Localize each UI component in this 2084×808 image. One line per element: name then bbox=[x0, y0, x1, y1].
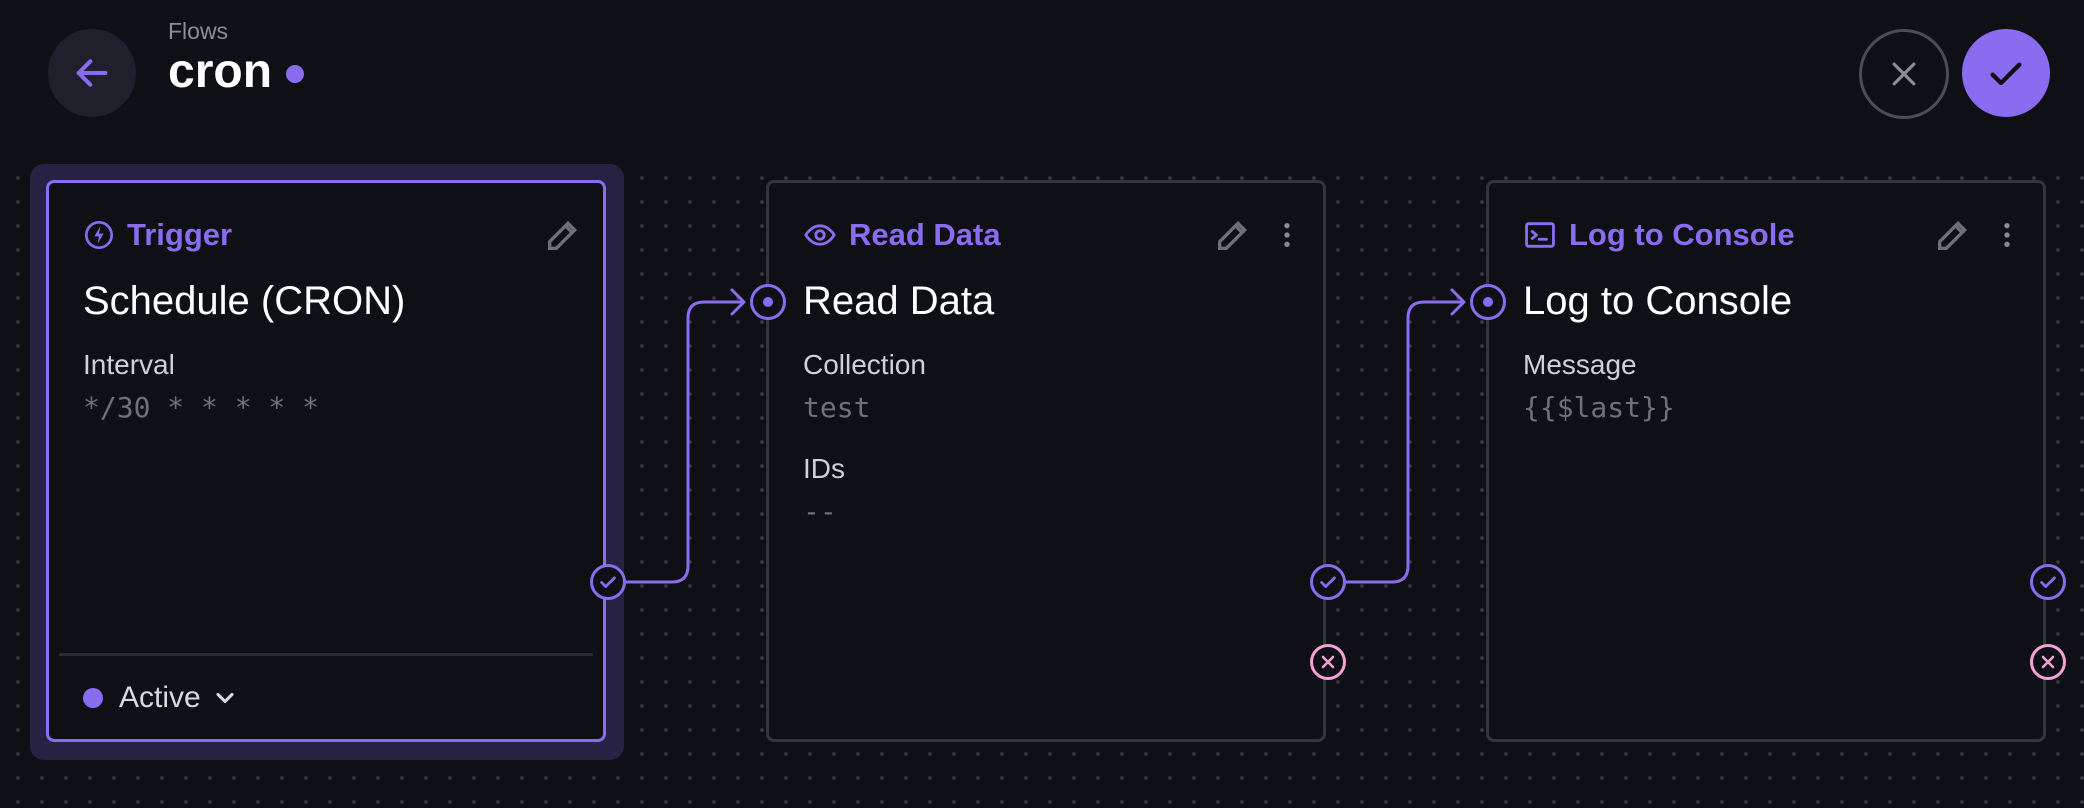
arrow-left-icon bbox=[76, 59, 108, 87]
read-data-resolve-handle[interactable] bbox=[1310, 564, 1346, 600]
pencil-icon bbox=[548, 220, 578, 250]
log-to-console-input-handle[interactable] bbox=[1470, 284, 1506, 320]
eye-icon bbox=[804, 224, 836, 246]
trigger-resolve-handle[interactable] bbox=[590, 564, 626, 600]
operation-panel-read-data[interactable]: Read Data Read Data Collection test IDs … bbox=[766, 180, 1326, 742]
log-to-console-reject-handle[interactable] bbox=[2030, 644, 2066, 680]
flow-status-dot bbox=[286, 64, 305, 83]
close-icon bbox=[1892, 62, 1916, 86]
check-icon bbox=[1990, 62, 2022, 86]
more-vertical-icon bbox=[2004, 223, 2010, 247]
pencil-icon bbox=[1218, 220, 1248, 250]
divider bbox=[59, 653, 593, 656]
panel-type-label: Log to Console bbox=[1569, 217, 1795, 252]
status-label: Active bbox=[119, 681, 201, 714]
field-value: test bbox=[803, 391, 871, 424]
panel-type-label: Trigger bbox=[127, 217, 233, 252]
panel-header: Read Data bbox=[803, 217, 1001, 253]
log-to-console-resolve-handle[interactable] bbox=[2030, 564, 2066, 600]
page-title: cron bbox=[168, 44, 305, 99]
check-icon bbox=[2040, 576, 2056, 588]
panel-actions bbox=[1933, 215, 2023, 255]
back-button[interactable] bbox=[48, 29, 136, 117]
pencil-icon bbox=[1938, 220, 1968, 250]
status-dropdown[interactable]: Active bbox=[83, 681, 239, 715]
panel-header: Trigger bbox=[83, 217, 232, 253]
panel-actions bbox=[1213, 215, 1303, 255]
panel-type-label: Read Data bbox=[849, 217, 1001, 252]
trigger-panel[interactable]: Trigger Schedule (CRON) Interval */30 * … bbox=[46, 180, 606, 742]
flow-title: cron bbox=[168, 45, 273, 98]
breadcrumb[interactable]: Flows bbox=[168, 18, 228, 45]
panel-header: Log to Console bbox=[1523, 217, 1795, 253]
edit-button[interactable] bbox=[543, 215, 583, 255]
panel-actions bbox=[543, 215, 583, 255]
field-label: IDs bbox=[803, 453, 845, 484]
read-data-input-handle[interactable] bbox=[750, 284, 786, 320]
read-data-reject-handle[interactable] bbox=[1310, 644, 1346, 680]
edit-button[interactable] bbox=[1213, 215, 1253, 255]
panel-name: Read Data bbox=[803, 279, 995, 323]
field-value: */30 * * * * * bbox=[83, 391, 320, 424]
terminal-icon bbox=[1525, 222, 1555, 248]
more-options-button[interactable] bbox=[1991, 215, 2023, 255]
field-value: {{$last}} bbox=[1523, 391, 1675, 424]
field-label: Message bbox=[1523, 349, 1637, 380]
check-icon bbox=[600, 576, 616, 588]
x-icon bbox=[2041, 655, 2055, 669]
operation-panel-log-to-console[interactable]: Log to Console Log to Console Message {{… bbox=[1486, 180, 2046, 742]
bolt-icon bbox=[85, 221, 113, 249]
edit-button[interactable] bbox=[1933, 215, 1973, 255]
panel-name: Log to Console bbox=[1523, 279, 1793, 323]
cancel-button[interactable] bbox=[1859, 29, 1949, 119]
more-options-button[interactable] bbox=[1271, 215, 1303, 255]
chevron-down-icon bbox=[216, 692, 234, 704]
x-icon bbox=[1321, 655, 1335, 669]
status-dot bbox=[83, 688, 103, 708]
more-vertical-icon bbox=[1284, 223, 1290, 247]
check-icon bbox=[1320, 576, 1336, 588]
field-value: -- bbox=[803, 495, 837, 528]
panel-name: Schedule (CRON) bbox=[83, 279, 406, 323]
field-label: Interval bbox=[83, 349, 175, 380]
field-label: Collection bbox=[803, 349, 926, 380]
save-button[interactable] bbox=[1962, 29, 2050, 117]
